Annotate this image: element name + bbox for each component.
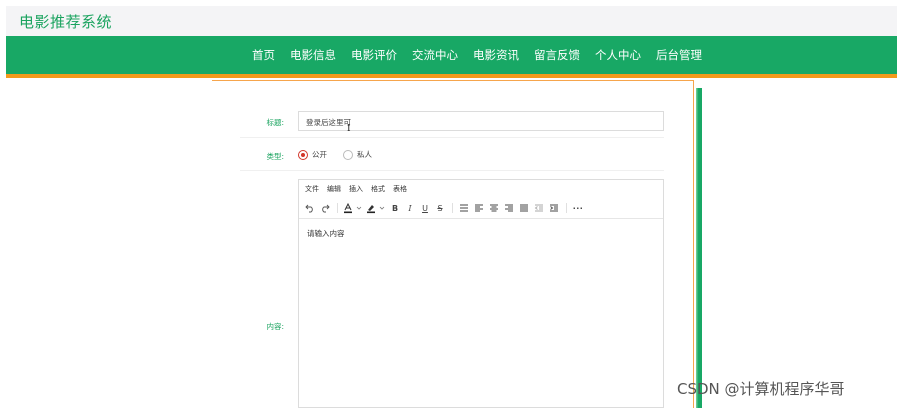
undo-icon[interactable] xyxy=(304,202,316,214)
outdent-icon[interactable] xyxy=(533,202,545,214)
nav-item-home[interactable]: 首页 xyxy=(252,47,275,63)
menu-format[interactable]: 格式 xyxy=(371,184,385,194)
underline-icon[interactable]: U xyxy=(419,202,431,214)
bold-icon[interactable]: B xyxy=(389,202,401,214)
nav-item-movie-info[interactable]: 电影信息 xyxy=(290,47,336,63)
toolbar-separator xyxy=(337,203,338,213)
editor-content-area[interactable]: 请输入内容 xyxy=(307,228,345,239)
menu-insert[interactable]: 插入 xyxy=(349,184,363,194)
header-bar: 电影推荐系统 xyxy=(6,6,897,36)
rich-text-editor: 文件 编辑 插入 格式 表格 B I U S ··· 请输入内容 xyxy=(298,179,664,408)
main-nav: 首页 电影信息 电影评价 交流中心 电影资讯 留言反馈 个人中心 后台管理 xyxy=(6,36,897,74)
highlight-icon[interactable] xyxy=(366,202,376,214)
nav-item-feedback[interactable]: 留言反馈 xyxy=(534,47,580,63)
bullet-list-icon[interactable] xyxy=(458,202,470,214)
row-divider xyxy=(240,170,664,171)
toolbar-separator xyxy=(452,203,453,213)
content-label: 内容: xyxy=(266,322,284,331)
nav-list: 首页 电影信息 电影评价 交流中心 电影资讯 留言反馈 个人中心 后台管理 xyxy=(252,36,702,74)
radio-private[interactable] xyxy=(343,149,353,160)
nav-accent-line xyxy=(6,74,897,78)
radio-public-label[interactable]: 公开 xyxy=(312,149,327,160)
strikethrough-icon[interactable]: S xyxy=(434,202,446,214)
nav-item-admin[interactable]: 后台管理 xyxy=(656,47,702,63)
watermark: CSDN @计算机程序华哥 xyxy=(677,380,845,398)
redo-icon[interactable] xyxy=(319,202,331,214)
editor-menubar: 文件 编辑 插入 格式 表格 xyxy=(305,184,415,194)
menu-file[interactable]: 文件 xyxy=(305,184,319,194)
toolbar-divider xyxy=(299,218,663,219)
toolbar-separator xyxy=(566,203,567,213)
chevron-down-icon[interactable] xyxy=(356,202,362,214)
menu-table[interactable]: 表格 xyxy=(393,184,407,194)
title-input[interactable]: 登录后这里可 xyxy=(298,111,664,131)
italic-icon[interactable]: I xyxy=(404,202,416,214)
chevron-down-icon[interactable] xyxy=(379,202,385,214)
row-divider xyxy=(240,137,664,138)
nav-item-movie-reviews[interactable]: 电影评价 xyxy=(351,47,397,63)
align-justify-icon[interactable] xyxy=(518,202,530,214)
align-center-icon[interactable] xyxy=(488,202,500,214)
align-left-icon[interactable] xyxy=(473,202,485,214)
radio-private-label[interactable]: 私人 xyxy=(357,149,372,160)
side-scroll-stripe xyxy=(696,88,702,408)
radio-public[interactable] xyxy=(298,149,308,160)
nav-item-movie-news[interactable]: 电影资讯 xyxy=(473,47,519,63)
text-cursor-icon: I xyxy=(347,124,351,134)
more-icon[interactable]: ··· xyxy=(572,202,584,214)
text-color-icon[interactable] xyxy=(343,202,353,214)
nav-item-user-center[interactable]: 个人中心 xyxy=(595,47,641,63)
type-radio-group: 公开 私人 xyxy=(298,149,388,160)
nav-item-community[interactable]: 交流中心 xyxy=(412,47,458,63)
align-right-icon[interactable] xyxy=(503,202,515,214)
site-title: 电影推荐系统 xyxy=(19,13,113,31)
title-label: 标题: xyxy=(266,118,284,127)
editor-toolbar: B I U S ··· xyxy=(304,201,587,215)
menu-edit[interactable]: 编辑 xyxy=(327,184,341,194)
indent-icon[interactable] xyxy=(548,202,560,214)
type-label: 类型: xyxy=(266,152,284,161)
